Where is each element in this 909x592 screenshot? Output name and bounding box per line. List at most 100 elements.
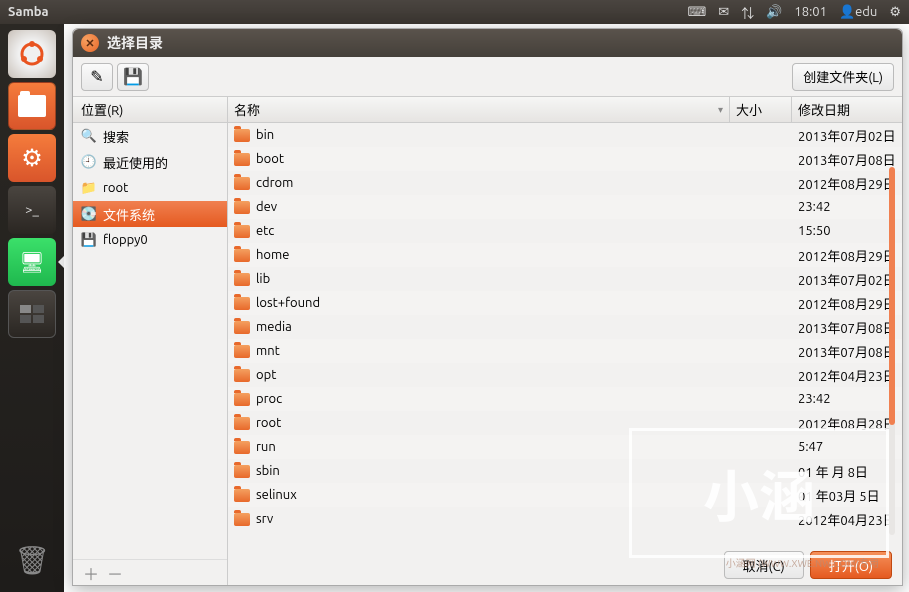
sidebar-item-label: 最近使用的 [103, 153, 168, 172]
file-name: srv [256, 512, 273, 526]
file-date: 2013年07月02日 [792, 270, 902, 289]
folder-icon [234, 345, 250, 358]
file-date: 2013年07月08日 [792, 318, 902, 337]
file-name: sbin [256, 464, 280, 478]
sort-indicator-icon: ▾ [718, 104, 723, 116]
file-row[interactable]: opt2012年04月23日 [228, 363, 902, 387]
file-row[interactable]: bin 2013年07月02日 [228, 123, 902, 147]
file-row[interactable]: dev23:42 [228, 195, 902, 219]
folder-icon [234, 153, 250, 166]
close-icon[interactable]: ✕ [81, 34, 99, 52]
folder-icon [234, 489, 250, 502]
file-name: dev [256, 200, 277, 214]
dialog-toolbar: ✎ 💾 创建文件夹(L) [73, 57, 902, 97]
column-size[interactable]: 大小 [730, 97, 792, 122]
file-date: 23:42 [792, 392, 902, 406]
clock[interactable]: 18:01 [794, 5, 827, 19]
file-name: root [256, 416, 281, 430]
sidebar-item-label: root [103, 181, 128, 195]
column-name[interactable]: 名称▾ [228, 97, 730, 122]
dialog-titlebar[interactable]: ✕ 选择目录 [73, 29, 902, 57]
file-row[interactable]: media 2013年07月08日 [228, 315, 902, 339]
file-name: boot [256, 152, 284, 166]
file-row[interactable]: home 2012年08月29日 [228, 243, 902, 267]
column-date[interactable]: 修改日期 [792, 97, 902, 122]
add-place-button[interactable]: ＋ [83, 561, 99, 585]
disk-button[interactable]: 💾 [117, 63, 149, 91]
launcher-terminal[interactable]: >_ [8, 186, 56, 234]
keyboard-icon[interactable]: ⌨ [688, 5, 707, 20]
places-sidebar: 位置(R) 🔍搜索🕘最近使用的 📁 root 💽 文件系统 💾floppy0 ＋ － [73, 97, 228, 585]
launcher-samba[interactable]: 🖥 [8, 238, 56, 286]
folder-icon [234, 369, 250, 382]
file-name: cdrom [256, 176, 293, 190]
file-date: 2012年04月23日 [792, 366, 902, 385]
folder-icon: 📁 [81, 181, 97, 196]
folder-icon [234, 177, 250, 190]
new-folder-button[interactable]: 创建文件夹(L) [792, 63, 894, 91]
file-date: 2013年07月02日 [792, 126, 902, 145]
file-name: lost+found [256, 296, 320, 310]
network-icon[interactable]: ⇅ [741, 3, 754, 22]
folder-icon [234, 321, 250, 334]
file-name: selinux [256, 488, 297, 502]
folder-icon [234, 513, 250, 526]
launcher-files[interactable] [8, 82, 56, 130]
sidebar-item-文件系统[interactable]: 💽 文件系统 [73, 201, 227, 227]
file-name: mnt [256, 344, 280, 358]
sidebar-item-label: 文件系统 [103, 205, 155, 224]
places-header: 位置(R) [73, 97, 227, 123]
file-row[interactable]: mnt 2013年07月08日 [228, 339, 902, 363]
launcher-dash[interactable] [8, 30, 56, 78]
file-name: proc [256, 392, 282, 406]
sidebar-item-最近使用的[interactable]: 🕘最近使用的 [73, 149, 227, 175]
app-title: Samba [8, 5, 49, 19]
file-name: media [256, 320, 292, 334]
launcher-workspace[interactable] [8, 290, 56, 338]
watermark-sub: 小涵网 (WWW.XWE.NW.COM)专用 [726, 555, 879, 570]
file-date: 2013年07月08日 [792, 150, 902, 169]
sidebar-item-搜索[interactable]: 🔍搜索 [73, 123, 227, 149]
file-name: home [256, 248, 289, 262]
remove-place-button[interactable]: － [107, 561, 123, 585]
scrollbar[interactable] [889, 167, 895, 535]
folder-icon [234, 441, 250, 454]
file-row[interactable]: lost+found 2012年08月29日 [228, 291, 902, 315]
folder-icon [234, 297, 250, 310]
file-date: 2013年07月08日 [792, 342, 902, 361]
sidebar-item-label: floppy0 [103, 233, 148, 247]
file-row[interactable]: proc 23:42 [228, 387, 902, 411]
file-date: 15:50 [792, 224, 902, 238]
file-name: etc [256, 224, 274, 238]
gear-icon[interactable]: ⚙ [889, 5, 901, 20]
file-row[interactable]: boot 2013年07月08日 [228, 147, 902, 171]
file-date: 2012年08月29日 [792, 246, 902, 265]
folder-icon [234, 393, 250, 406]
mail-icon[interactable]: ✉ [718, 5, 729, 20]
sidebar-item-root[interactable]: 📁 root [73, 175, 227, 201]
folder-icon [234, 273, 250, 286]
file-name: bin [256, 128, 274, 142]
dialog-title: 选择目录 [107, 33, 163, 53]
edit-path-button[interactable]: ✎ [81, 63, 113, 91]
user-menu[interactable]: 👤 edu [839, 5, 877, 20]
volume-icon[interactable]: 🔊 [766, 5, 782, 20]
disk-icon: 💽 [81, 207, 97, 222]
scrollbar-thumb[interactable] [889, 167, 895, 425]
watermark: 小涵 [629, 428, 889, 558]
sidebar-item-label: 搜索 [103, 127, 129, 146]
folder-icon [234, 417, 250, 430]
file-row[interactable]: cdrom2012年08月29日 [228, 171, 902, 195]
sidebar-item-floppy0[interactable]: 💾floppy0 [73, 227, 227, 253]
file-date: 2012年08月29日 [792, 294, 902, 313]
file-row[interactable]: lib 2013年07月02日 [228, 267, 902, 291]
folder-icon [234, 465, 250, 478]
file-row[interactable]: etc 15:50 [228, 219, 902, 243]
launcher-trash[interactable]: 🗑 [8, 536, 56, 584]
file-name: lib [256, 272, 270, 286]
unity-launcher: ⚙ >_ 🖥 🗑 [0, 24, 64, 592]
folder-icon [234, 225, 250, 238]
places-toolbar: ＋ － [73, 559, 227, 585]
launcher-settings[interactable]: ⚙ [8, 134, 56, 182]
file-name: run [256, 440, 276, 454]
